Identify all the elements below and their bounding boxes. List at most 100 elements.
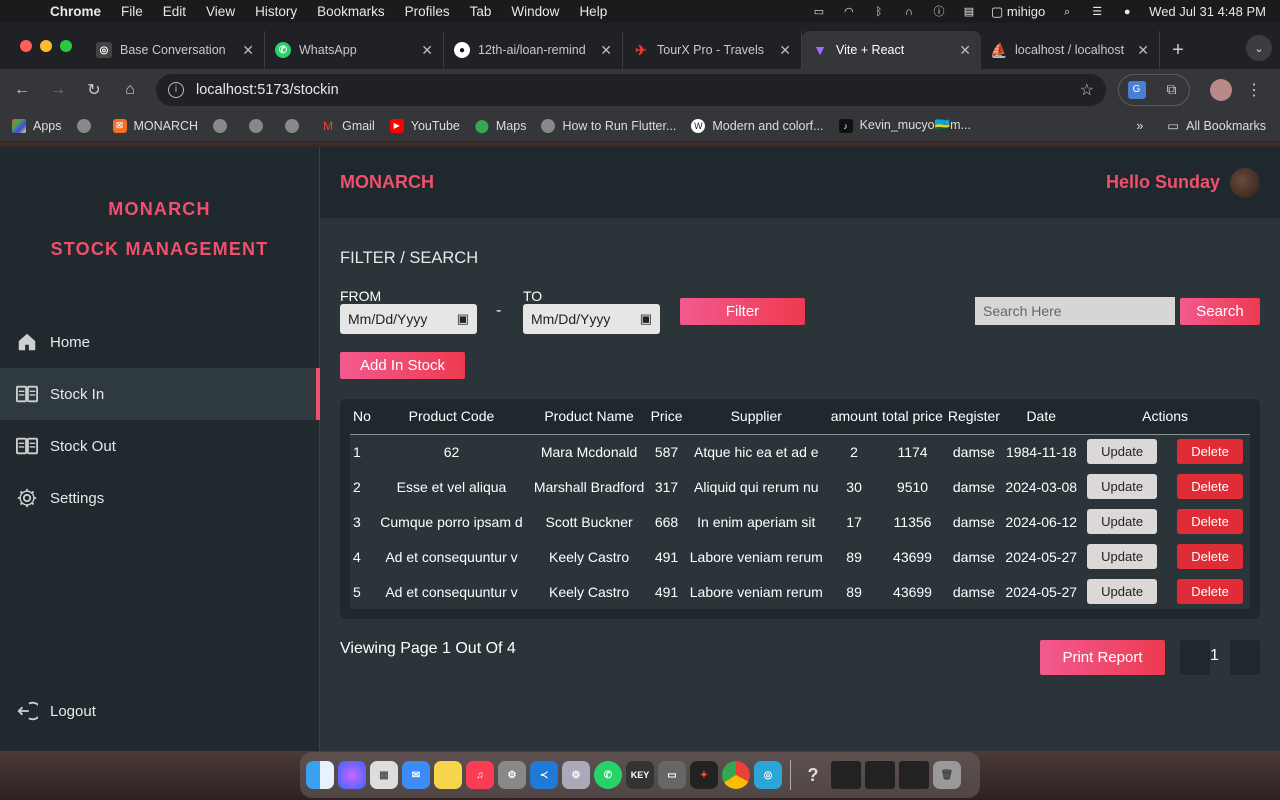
tab-base-conversation[interactable]: ◎ Base Conversation ✕ bbox=[86, 31, 265, 69]
menu-file[interactable]: File bbox=[111, 4, 153, 19]
back-icon[interactable]: ← bbox=[4, 81, 40, 99]
user-menu[interactable]: ▢ mihigo bbox=[991, 4, 1045, 20]
sidebar-item-stock-in[interactable]: Stock In bbox=[0, 368, 320, 420]
menu-view[interactable]: View bbox=[196, 4, 245, 19]
bookmark-globe-4[interactable] bbox=[285, 118, 306, 133]
close-window-icon[interactable] bbox=[20, 40, 32, 52]
minimized-window-icon[interactable] bbox=[865, 761, 895, 789]
trash-icon[interactable]: 🗑 bbox=[933, 761, 961, 789]
more-bookmarks-icon[interactable]: » bbox=[1136, 119, 1143, 133]
help-icon[interactable]: ? bbox=[799, 761, 827, 789]
delete-button[interactable]: Delete bbox=[1177, 579, 1244, 604]
minimized-window-icon[interactable] bbox=[899, 761, 929, 789]
to-date-input[interactable]: Mm/Dd/Yyyy ▣ bbox=[523, 304, 660, 334]
bookmark-flutter[interactable]: How to Run Flutter... bbox=[541, 118, 676, 133]
finder-icon[interactable] bbox=[306, 761, 334, 789]
new-tab-button[interactable]: + bbox=[1160, 31, 1196, 69]
menu-edit[interactable]: Edit bbox=[153, 4, 196, 19]
close-tab-icon[interactable]: ✕ bbox=[779, 42, 791, 59]
menu-tab[interactable]: Tab bbox=[460, 4, 502, 19]
prev-page-button[interactable] bbox=[1180, 640, 1210, 675]
close-tab-icon[interactable]: ✕ bbox=[959, 42, 971, 59]
siri-icon[interactable] bbox=[338, 761, 366, 789]
close-tab-icon[interactable]: ✕ bbox=[1137, 42, 1149, 59]
tab-tourx[interactable]: ✈ TourX Pro - Travels ✕ bbox=[623, 31, 802, 69]
bookmark-apps[interactable]: Apps bbox=[12, 118, 62, 133]
minimize-window-icon[interactable] bbox=[40, 40, 52, 52]
simulator-icon[interactable]: ◎ bbox=[754, 761, 782, 789]
close-tab-icon[interactable]: ✕ bbox=[242, 42, 254, 59]
all-bookmarks[interactable]: ▭ All Bookmarks bbox=[1167, 118, 1266, 134]
vscode-icon[interactable]: ≺ bbox=[530, 761, 558, 789]
bookmark-globe-2[interactable] bbox=[213, 118, 234, 133]
clock[interactable]: Wed Jul 31 4:48 PM bbox=[1149, 4, 1266, 19]
headphones-icon[interactable]: ∩ bbox=[901, 6, 917, 18]
bookmark-youtube[interactable]: ▶ YouTube bbox=[389, 118, 460, 133]
extensions-puzzle-icon[interactable]: ⧉ bbox=[1163, 81, 1181, 99]
filter-button[interactable]: Filter bbox=[680, 298, 805, 325]
delete-button[interactable]: Delete bbox=[1177, 439, 1244, 465]
sidebar-item-home[interactable]: Home bbox=[0, 316, 320, 368]
siri-icon[interactable]: ● bbox=[1119, 6, 1135, 18]
update-button[interactable]: Update bbox=[1087, 439, 1158, 465]
menu-bookmarks[interactable]: Bookmarks bbox=[307, 4, 395, 19]
search-button[interactable]: Search bbox=[1180, 298, 1260, 325]
menu-window[interactable]: Window bbox=[501, 4, 569, 19]
tab-vite-react[interactable]: ▼ Vite + React ✕ bbox=[802, 31, 981, 69]
print-report-button[interactable]: Print Report bbox=[1040, 640, 1165, 675]
tab-github[interactable]: ● 12th-ai/loan-remind ✕ bbox=[444, 31, 623, 69]
bluetooth-icon[interactable]: ᛒ bbox=[871, 6, 887, 18]
menu-history[interactable]: History bbox=[245, 4, 307, 19]
delete-button[interactable]: Delete bbox=[1177, 474, 1244, 499]
figma-icon[interactable]: ✦ bbox=[690, 761, 718, 789]
keychain-icon[interactable]: KEY bbox=[626, 761, 654, 789]
add-in-stock-button[interactable]: Add In Stock bbox=[340, 352, 465, 379]
sidebar-item-settings[interactable]: Settings bbox=[0, 472, 320, 524]
menu-app-name[interactable]: Chrome bbox=[40, 4, 111, 19]
close-tab-icon[interactable]: ✕ bbox=[600, 42, 612, 59]
system-settings-icon[interactable]: ⚙ bbox=[498, 761, 526, 789]
close-tab-icon[interactable]: ✕ bbox=[421, 42, 433, 59]
bookmark-gmail[interactable]: M Gmail bbox=[321, 119, 375, 133]
mail-icon[interactable]: ✉ bbox=[402, 761, 430, 789]
accessibility-icon[interactable]: ⓘ bbox=[931, 6, 947, 18]
bookmark-star-icon[interactable]: ☆ bbox=[1080, 80, 1094, 100]
profile-avatar[interactable] bbox=[1210, 78, 1232, 101]
menu-profiles[interactable]: Profiles bbox=[395, 4, 460, 19]
tab-search-button[interactable]: ⌄ bbox=[1246, 35, 1272, 61]
site-info-icon[interactable]: i bbox=[168, 81, 184, 98]
chrome-menu-icon[interactable]: ⋮ bbox=[1246, 80, 1262, 100]
launchpad-icon[interactable]: ▦ bbox=[370, 761, 398, 789]
music-icon[interactable]: ♫ bbox=[466, 761, 494, 789]
whatsapp-icon[interactable]: ✆ bbox=[594, 761, 622, 789]
maximize-window-icon[interactable] bbox=[60, 40, 72, 52]
battery-icon[interactable]: ▭ bbox=[811, 6, 827, 18]
logout-button[interactable]: Logout bbox=[0, 685, 320, 737]
tab-localhost[interactable]: ⛵ localhost / localhost ✕ bbox=[981, 31, 1160, 69]
bookmark-modern[interactable]: W Modern and colorf... bbox=[691, 118, 824, 133]
minimized-window-icon[interactable] bbox=[831, 761, 861, 789]
calendar-icon[interactable]: ▣ bbox=[457, 311, 469, 327]
bookmark-globe-3[interactable] bbox=[249, 118, 270, 133]
bookmark-kevin[interactable]: ♪ Kevin_mucyo🇷🇼m... bbox=[838, 118, 971, 133]
menu-help[interactable]: Help bbox=[569, 4, 617, 19]
wifi-icon[interactable]: ◠ bbox=[841, 6, 857, 18]
translate-icon[interactable]: G bbox=[1127, 80, 1146, 99]
next-page-button[interactable] bbox=[1230, 640, 1260, 675]
avatar[interactable] bbox=[1230, 167, 1260, 198]
bookmark-monarch[interactable]: ⊠ MONARCH bbox=[112, 118, 198, 133]
forward-icon[interactable]: → bbox=[40, 81, 76, 99]
window-icon[interactable]: ▭ bbox=[658, 761, 686, 789]
tab-whatsapp[interactable]: ✆ WhatsApp ✕ bbox=[265, 31, 444, 69]
bookmark-maps[interactable]: ⬤ Maps bbox=[475, 118, 527, 133]
utility-icon[interactable]: ⚙ bbox=[562, 761, 590, 789]
calendar-icon[interactable]: ▣ bbox=[640, 311, 652, 327]
control-center-icon[interactable]: ☰ bbox=[1089, 6, 1105, 18]
update-button[interactable]: Update bbox=[1087, 579, 1158, 604]
from-date-input[interactable]: Mm/Dd/Yyyy ▣ bbox=[340, 304, 477, 334]
delete-button[interactable]: Delete bbox=[1177, 544, 1244, 569]
search-input[interactable]: Search Here bbox=[975, 297, 1175, 325]
bookmark-globe-1[interactable] bbox=[76, 118, 98, 133]
update-button[interactable]: Update bbox=[1087, 474, 1158, 499]
delete-button[interactable]: Delete bbox=[1177, 509, 1244, 534]
